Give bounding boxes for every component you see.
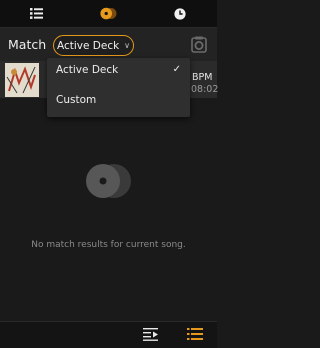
camera-icon bbox=[191, 36, 207, 53]
deck-selector[interactable]: Active Deck ∨ bbox=[53, 35, 134, 56]
camera-button[interactable] bbox=[191, 36, 207, 57]
top-tab-bar bbox=[0, 0, 217, 28]
list-icon bbox=[29, 8, 43, 19]
list-view-icon bbox=[187, 328, 203, 340]
tab-browse[interactable] bbox=[0, 0, 72, 27]
deck-dropdown-menu: Active Deck ✓ Custom bbox=[47, 58, 190, 117]
track-time: 08:02 bbox=[191, 84, 219, 95]
checkmark-icon: ✓ bbox=[172, 64, 181, 75]
match-icon bbox=[99, 7, 116, 20]
page-title: Match bbox=[8, 37, 47, 52]
menu-item-active-deck[interactable]: Active Deck ✓ bbox=[47, 58, 190, 85]
deck-selector-value: Active Deck bbox=[56, 39, 120, 52]
menu-item-label: Active Deck bbox=[56, 64, 119, 76]
album-art-image bbox=[5, 63, 39, 97]
menu-item-custom[interactable]: Custom bbox=[47, 88, 190, 115]
discs-icon bbox=[86, 164, 131, 198]
tab-match[interactable] bbox=[72, 0, 144, 27]
clock-icon bbox=[174, 7, 186, 20]
menu-item-label: Custom bbox=[56, 94, 97, 106]
empty-state-message: No match results for current song. bbox=[31, 240, 186, 250]
empty-match-icon bbox=[86, 162, 132, 204]
album-art bbox=[5, 63, 39, 97]
bottom-toolbar bbox=[0, 321, 217, 348]
chevron-down-icon: ∨ bbox=[124, 41, 131, 50]
list-view-button[interactable] bbox=[187, 326, 203, 345]
add-to-queue-icon bbox=[143, 328, 158, 341]
add-to-queue-button[interactable] bbox=[143, 326, 159, 345]
tab-history[interactable] bbox=[144, 0, 216, 27]
track-bpm: BPM bbox=[192, 72, 213, 83]
